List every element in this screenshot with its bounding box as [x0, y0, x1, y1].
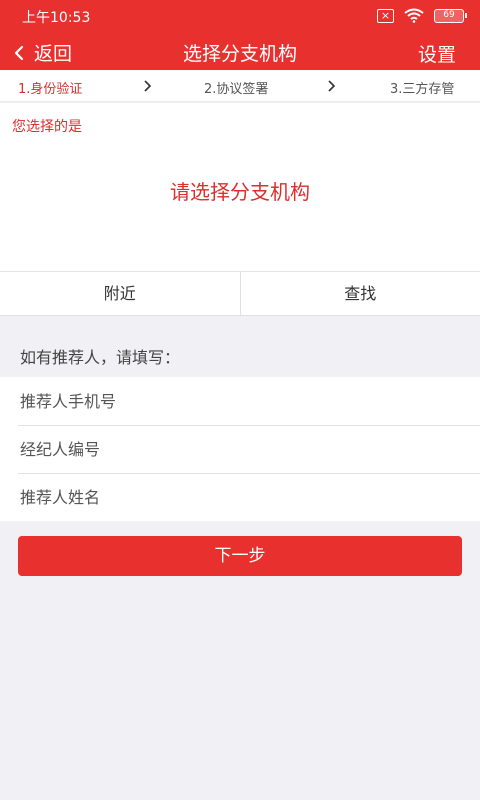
selection-caption: 您选择的是: [12, 119, 82, 135]
step-third-party-custody: 3.三方存管: [390, 82, 455, 97]
status-icons: × 69: [377, 8, 467, 23]
page-title: 选择分支机构: [182, 43, 297, 65]
referrer-phone-row: [0, 377, 480, 425]
referrer-form: [0, 377, 480, 521]
broker-id-row: [0, 425, 480, 473]
tab-search[interactable]: 查找: [239, 272, 480, 315]
settings-button[interactable]: 设置: [418, 40, 456, 67]
branch-selection-panel: 您选择的是 请选择分支机构: [0, 103, 480, 271]
next-step-button[interactable]: 下一步: [18, 536, 462, 576]
referrer-name-row: [0, 473, 480, 521]
tab-nearby[interactable]: 附近: [0, 272, 240, 315]
branch-search-tabs: 附近 查找: [0, 271, 480, 316]
step-agreement-signing: 2.协议签署: [204, 82, 269, 97]
no-sim-icon: ×: [377, 8, 394, 23]
referrer-phone-input[interactable]: [0, 377, 480, 425]
referrer-name-input[interactable]: [0, 473, 480, 521]
broker-id-input[interactable]: [0, 425, 480, 473]
chevron-right-icon: [328, 80, 336, 92]
chevron-right-icon: [144, 80, 152, 92]
progress-steps: 1.身份验证 2.协议签署 3.三方存管: [0, 70, 480, 102]
title-bar: 返回 选择分支机构 设置: [0, 32, 480, 70]
referrer-hint: 如有推荐人，请填写：: [20, 348, 181, 367]
status-bar: 上午10:53 × 69: [0, 0, 480, 32]
status-time: 上午10:53: [22, 10, 91, 26]
step-identity-verification: 1.身份验证: [18, 82, 83, 97]
select-branch-prompt[interactable]: 请选择分支机构: [0, 176, 480, 205]
wifi-icon: [404, 8, 424, 23]
battery-icon: 69: [434, 8, 467, 23]
